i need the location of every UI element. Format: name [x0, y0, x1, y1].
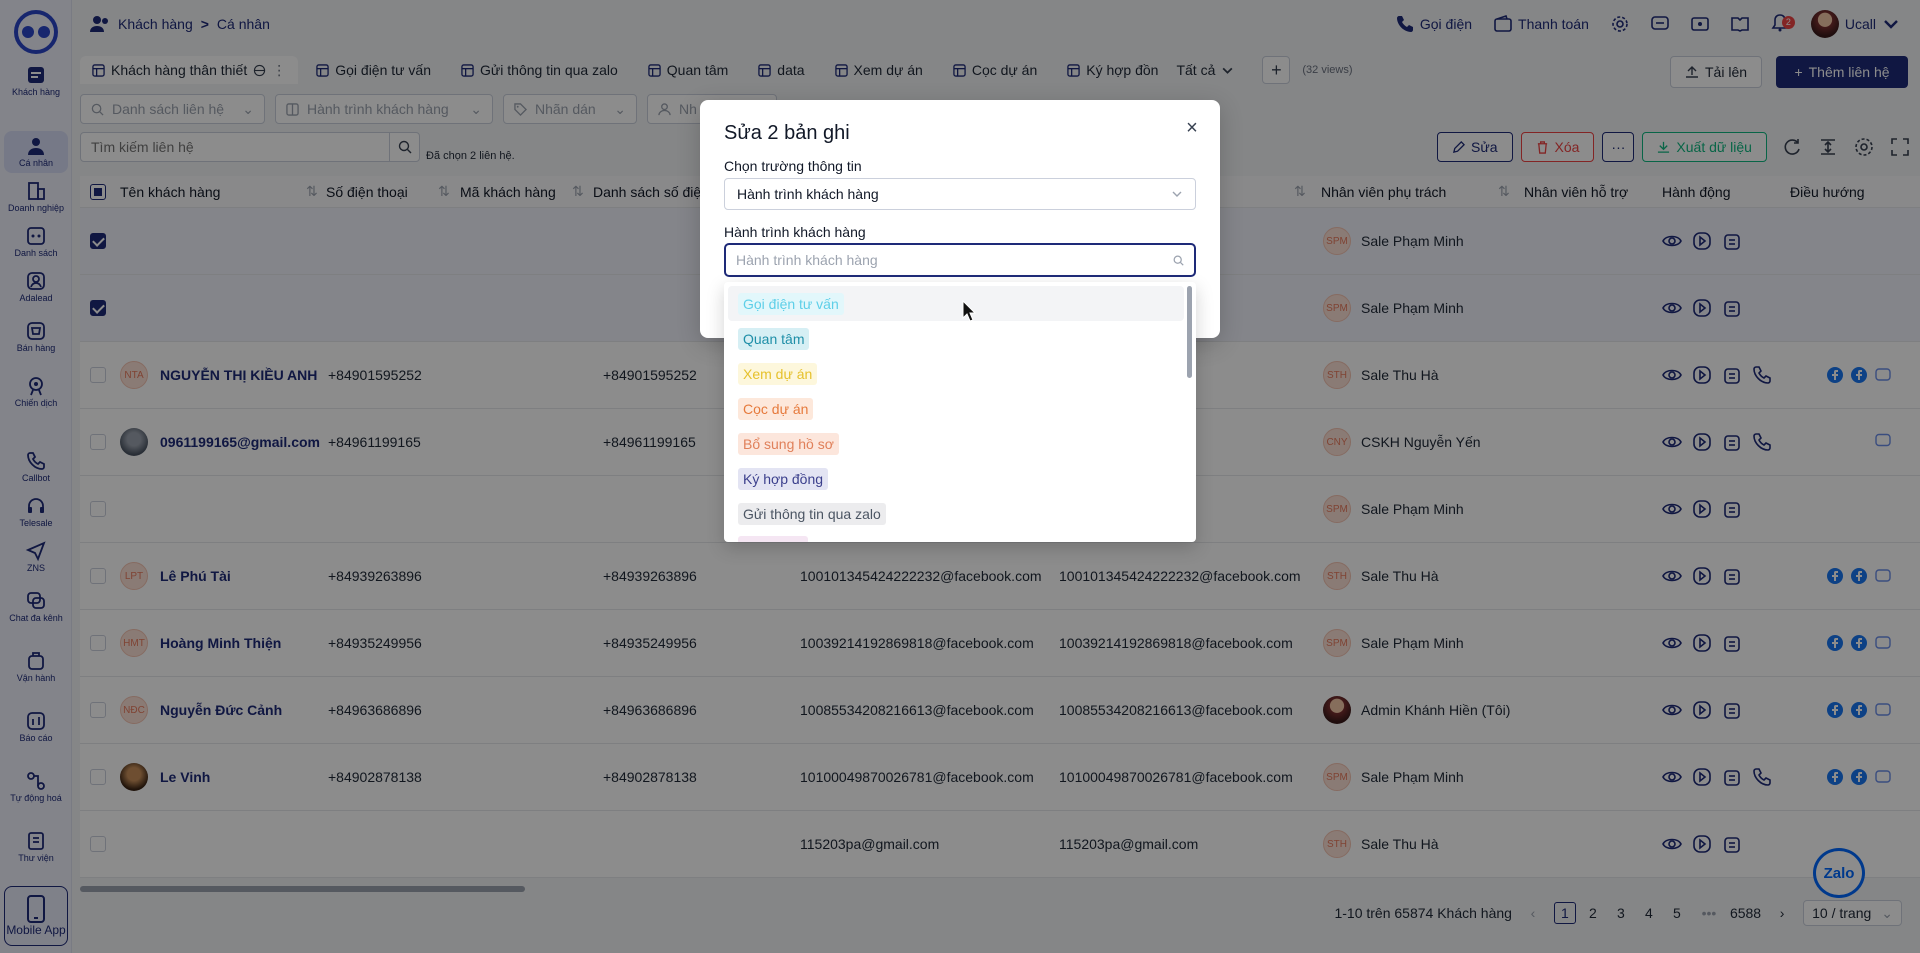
- field-select-label: Chọn trường thông tin: [724, 158, 862, 174]
- search-icon: [1173, 255, 1184, 266]
- journey-option-tag: Quan tâm: [738, 327, 810, 350]
- journey-option[interactable]: Gửi thông tin qua zalo: [728, 496, 1184, 531]
- journey-option[interactable]: Ký hợp đồng: [728, 461, 1184, 496]
- chevron-down-icon: [1172, 191, 1182, 197]
- mouse-cursor-icon: [962, 300, 976, 322]
- field-select[interactable]: Hành trình khách hàng: [724, 178, 1196, 210]
- journey-option-tag: Bổ sung hồ sơ: [738, 432, 839, 455]
- journey-option-tag: Gửi thông tin qua zalo: [738, 502, 886, 525]
- dropdown-scrollbar[interactable]: [1187, 286, 1192, 378]
- journey-option-tag: Cọc dự án: [738, 397, 814, 420]
- journey-option-tag: Ký hợp đồng: [738, 467, 829, 490]
- journey-option[interactable]: Bổ sung hồ sơ: [728, 426, 1184, 461]
- journey-option[interactable]: Gọi điện tư vấn: [728, 286, 1184, 321]
- journey-option[interactable]: Cọc dự án: [728, 391, 1184, 426]
- dropdown-item-partial[interactable]: [738, 536, 808, 542]
- journey-option-tag: Xem dự án: [738, 362, 818, 385]
- close-icon[interactable]: ×: [1182, 118, 1202, 138]
- field-select-value: Hành trình khách hàng: [737, 186, 879, 202]
- journey-select[interactable]: Hành trình khách hàng: [724, 243, 1196, 277]
- journey-option[interactable]: Xem dự án: [728, 356, 1184, 391]
- modal-title: Sửa 2 bản ghi: [724, 122, 850, 144]
- journey-option-tag: Gọi điện tư vấn: [738, 292, 844, 315]
- journey-option[interactable]: Quan tâm: [728, 321, 1184, 356]
- journey-label: Hành trình khách hàng: [724, 224, 866, 240]
- journey-dropdown: Gọi điện tư vấn Quan tâm Xem dự án Cọc dự á…: [724, 282, 1196, 542]
- journey-placeholder: Hành trình khách hàng: [736, 252, 878, 268]
